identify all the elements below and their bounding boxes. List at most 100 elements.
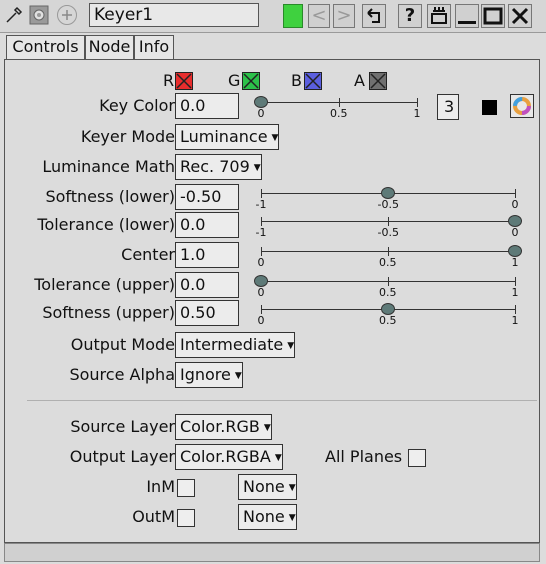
color-picker-icon[interactable] [4, 5, 24, 25]
tolerance-upper-slider[interactable]: 0 0.5 1 [253, 272, 523, 300]
inm-dropdown[interactable]: None ▼ [238, 474, 297, 500]
slider-tick-label: 1 [511, 286, 519, 299]
outm-label: OutM [132, 507, 175, 526]
slider-tick-label: -1 [255, 198, 267, 211]
slider-tick [515, 277, 516, 286]
undo-icon[interactable] [362, 4, 386, 28]
slider-tick [388, 277, 389, 286]
slider-handle[interactable] [381, 187, 395, 199]
all-planes-checkbox[interactable] [408, 449, 426, 467]
slider-tick [339, 98, 340, 107]
source-alpha-dropdown[interactable]: Ignore ▼ [175, 362, 243, 388]
key-color-input[interactable]: 0.0 [175, 93, 239, 119]
center-slider[interactable]: 0 0.5 1 [253, 242, 523, 270]
luminance-math-dropdown[interactable]: Rec. 709 ▼ [175, 154, 262, 180]
outm-value: None [243, 507, 285, 526]
dropdown-arrow-icon: ▼ [288, 483, 296, 493]
softness-upper-input[interactable]: 0.50 [175, 300, 239, 326]
dropdown-arrow-icon: ▼ [271, 133, 279, 143]
channel-b-label: B [291, 71, 302, 90]
channel-g-checkbox[interactable] [242, 72, 260, 90]
channel-r-checkbox[interactable] [175, 72, 193, 90]
settings-icon[interactable] [29, 5, 49, 25]
slider-handle[interactable] [254, 275, 268, 287]
help-button[interactable]: ? [398, 4, 422, 28]
inm-label: InM [146, 477, 175, 496]
next-arrow-icon[interactable]: > [333, 4, 355, 28]
dropdown-arrow-icon: ▼ [274, 453, 282, 463]
center-label: Center [121, 245, 175, 264]
outm-dropdown[interactable]: None ▼ [238, 504, 297, 530]
slider-tick-label: -1 [255, 226, 267, 239]
softness-lower-slider[interactable]: -1 -0.5 0 [253, 184, 523, 212]
output-layer-dropdown[interactable]: Color.RGBA ▼ [175, 444, 283, 470]
maximize-icon[interactable] [481, 4, 505, 28]
section-divider [27, 400, 537, 401]
slider-tick [417, 98, 418, 107]
slider-handle[interactable] [508, 215, 522, 227]
tolerance-lower-slider[interactable]: -1 -0.5 0 [253, 212, 523, 240]
tab-controls[interactable]: Controls [6, 35, 85, 59]
dropdown-arrow-icon: ▼ [287, 341, 295, 351]
slider-handle[interactable] [381, 303, 395, 315]
dropdown-arrow-icon: ▼ [263, 423, 271, 433]
tab-info[interactable]: Info [134, 35, 174, 59]
softness-lower-input[interactable]: -0.50 [175, 184, 239, 210]
channel-a-label: A [354, 71, 365, 90]
slider-tick-label: 0 [511, 198, 519, 211]
slider-tick-label: 0.5 [330, 107, 348, 120]
luminance-math-label: Luminance Math [42, 157, 175, 176]
tolerance-upper-input[interactable]: 0.0 [175, 272, 239, 298]
channel-b-checkbox[interactable] [304, 72, 322, 90]
dropdown-arrow-icon: ▼ [234, 371, 242, 381]
slider-tick-label: 0.5 [379, 286, 397, 299]
source-layer-value: Color.RGB [180, 417, 260, 436]
node-name-field[interactable]: Keyer1 [89, 3, 259, 27]
slider-tick-label: 1 [511, 314, 519, 327]
slider-handle[interactable] [254, 96, 268, 108]
dropdown-arrow-icon: ▼ [253, 163, 261, 173]
slider-tick-label: 0 [257, 286, 265, 299]
controls-panel: R G B A Key Color 0.0 0 0.5 1 3 Keyer Mode… [4, 59, 540, 543]
keyer-mode-dropdown[interactable]: Luminance ▼ [175, 124, 280, 150]
close-icon[interactable] [508, 4, 532, 28]
softness-upper-slider[interactable]: 0 0.5 1 [253, 300, 523, 328]
output-mode-dropdown[interactable]: Intermediate ▼ [175, 332, 296, 358]
outm-checkbox[interactable] [177, 509, 195, 527]
slider-tick [261, 247, 262, 256]
inm-checkbox[interactable] [177, 479, 195, 497]
add-icon[interactable] [57, 5, 77, 25]
active-color-swatch[interactable] [283, 4, 303, 28]
luminance-math-value: Rec. 709 [180, 157, 250, 176]
title-bar: Keyer1 < > ? [0, 0, 546, 33]
key-color-label: Key Color [99, 96, 175, 115]
slider-tick-label: 0 [257, 107, 265, 120]
softness-lower-label: Softness (lower) [45, 187, 175, 206]
output-layer-value: Color.RGBA [180, 447, 271, 466]
key-color-dimension-button[interactable]: 3 [437, 94, 459, 120]
tab-bar: Controls Node Info [0, 33, 546, 59]
minimize-icon[interactable] [455, 4, 479, 28]
slider-tick-label: 0.5 [379, 256, 397, 269]
float-panel-icon[interactable] [427, 4, 451, 28]
source-alpha-label: Source Alpha [69, 365, 175, 384]
keyer-mode-value: Luminance [180, 127, 268, 146]
softness-upper-label: Softness (upper) [42, 303, 175, 322]
prev-arrow-icon[interactable]: < [308, 4, 330, 28]
center-input[interactable]: 1.0 [175, 242, 239, 268]
channel-r-label: R [163, 71, 175, 90]
slider-tick [261, 217, 262, 226]
slider-tick-label: 1 [413, 107, 421, 120]
slider-tick [515, 189, 516, 198]
slider-handle[interactable] [508, 245, 522, 257]
tolerance-lower-input[interactable]: 0.0 [175, 212, 239, 238]
slider-tick-label: 0 [257, 256, 265, 269]
key-color-swatch[interactable] [482, 100, 497, 115]
channel-a-checkbox[interactable] [369, 72, 387, 90]
key-color-slider[interactable]: 0 0.5 1 [253, 93, 425, 121]
tab-node[interactable]: Node [85, 35, 134, 59]
output-mode-label: Output Mode [70, 335, 175, 354]
source-layer-dropdown[interactable]: Color.RGB ▼ [175, 414, 272, 440]
channel-g-label: G [228, 71, 241, 90]
color-wheel-icon[interactable] [510, 94, 534, 118]
